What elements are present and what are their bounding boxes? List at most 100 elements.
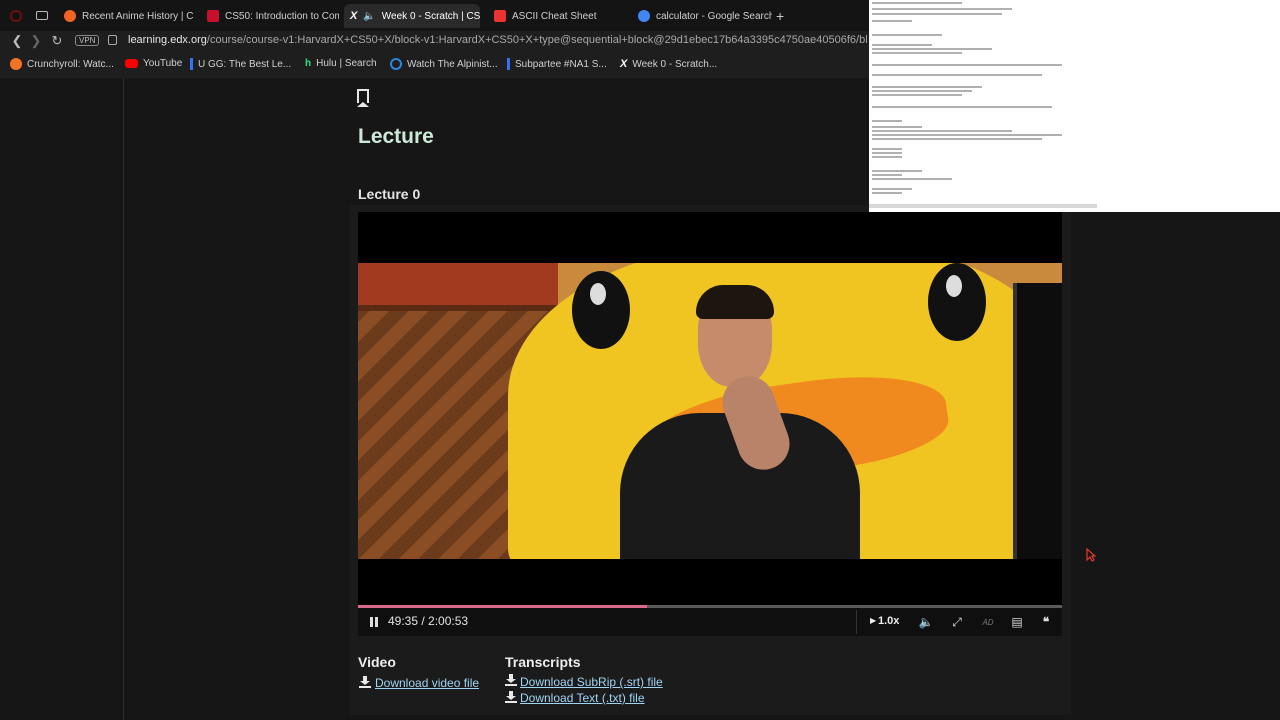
transcript-quote-icon[interactable]: ❝ [1038,615,1054,629]
tab-cs50[interactable]: CS50: Introduction to Com [201,4,339,28]
youtube-icon [125,59,138,68]
notes-text-line [872,156,902,158]
tab-overview-icon[interactable] [36,11,48,20]
edx-icon: X [620,58,628,70]
scene-doorway [1013,283,1062,559]
google-icon [638,10,650,22]
globe-icon [390,58,402,70]
notes-text-line [872,2,962,4]
control-divider [856,610,857,634]
bookmark-label: U GG: The Best Le... [198,58,292,70]
bookmark-label: Crunchyroll: Watc... [27,58,114,70]
bookmark-crunchyroll[interactable]: Crunchyroll: Watc... [10,58,114,70]
download-icon-base [505,684,517,686]
captions-icon[interactable]: ▤ [1009,615,1025,629]
fullscreen-icon[interactable]: ⤢ [949,615,965,630]
notes-text-line [872,130,1012,132]
download-txt-link[interactable]: Download Text (.txt) file [520,691,645,705]
notes-text-line [872,126,922,128]
download-video-link[interactable]: Download video file [375,676,479,690]
bookmark-subpartee[interactable]: Subpartee #NA1 S... [507,58,607,70]
mouse-cursor-icon [1086,548,1096,562]
notes-text-line [872,178,952,180]
notes-text-line [872,90,972,92]
url-domain: learning.edx.org [128,34,207,46]
sidebar-divider [123,78,124,720]
notes-text-line [872,52,962,54]
audio-description-icon[interactable]: AD [980,618,996,627]
video-frame-image [358,263,1062,559]
notes-text-line [872,120,902,122]
download-srt-link[interactable]: Download SubRip (.srt) file [520,675,663,689]
back-icon[interactable]: ❮ [9,33,25,49]
playback-speed-button[interactable]: 1.0x [878,615,899,627]
notes-text-line [872,44,932,46]
speaker-icon: 🔈 [363,10,376,22]
ascii-icon [494,10,506,22]
notes-text-line [872,94,962,96]
bookmark-ugg[interactable]: U GG: The Best Le... [190,58,291,70]
bookmark-alpinist[interactable]: Watch The Alpinist... [390,58,498,70]
notes-text-line [872,170,922,172]
tab-title: ASCII Cheat Sheet [512,10,597,22]
notes-text-line [872,74,1042,76]
tab-calculator-search[interactable]: calculator - Google Search [632,4,772,28]
video-time: 49:35 / 2:00:53 [388,614,469,628]
bookmark-label: Week 0 - Scratch... [632,58,718,70]
bookmark-week0[interactable]: X Week 0 - Scratch... [620,58,717,70]
transcripts-heading: Transcripts [505,654,581,670]
scene-duck-eye [928,263,986,341]
bookmark-hulu[interactable]: h Hulu | Search [305,58,377,69]
browser-logo-icon[interactable] [10,10,22,22]
hulu-icon: h [305,58,312,69]
notes-text-line [872,20,912,22]
pause-icon[interactable] [369,617,379,627]
lock-icon[interactable] [108,35,117,45]
notes-text-line [872,192,902,194]
crunchyroll-icon [10,58,22,70]
edx-icon: X [350,10,358,22]
tab-week0-scratch[interactable]: X 🔈 Week 0 - Scratch | CS [344,4,480,28]
ugg-icon [190,58,193,70]
tab-ascii-cheat-sheet[interactable]: ASCII Cheat Sheet [488,4,628,28]
url-field[interactable]: learning.edx.org/course/course-v1:Harvar… [128,34,868,46]
notes-text-line [872,8,1012,10]
harvard-icon [207,10,219,22]
bookmark-label: Watch The Alpinist... [407,58,498,70]
crunchyroll-icon [64,10,76,22]
reload-icon[interactable]: ↻ [49,33,65,49]
tab-anime-history[interactable]: Recent Anime History | Cr [58,4,194,28]
notes-text-line [872,148,902,150]
tab-title: Recent Anime History | Cr [82,10,194,22]
ugg-icon [507,58,510,70]
vpn-badge[interactable]: VPN [75,35,100,46]
tab-title: calculator - Google Search [656,10,772,22]
notes-text-line [872,86,982,88]
notes-scrollbar[interactable] [869,204,1097,208]
page-title: Lecture [358,125,434,148]
speed-arrow-icon[interactable]: ▶ [870,616,876,625]
tab-title: CS50: Introduction to Com [225,10,339,22]
notes-text-line [872,13,1002,15]
download-icon-base [505,701,517,703]
bookmark-youtube[interactable]: YouTube [125,58,182,69]
new-tab-button[interactable]: + [776,8,784,24]
bookmark-label: YouTube [143,58,183,69]
notes-text-line [872,106,1052,108]
bookmark-label: Hulu | Search [316,58,377,69]
tab-title: Week 0 - Scratch | CS [381,10,480,22]
notes-text-line [872,134,1062,136]
url-path: /course/course-v1:HarvardX+CS50+X/block-… [206,34,868,46]
bookmark-label: Subpartee #NA1 S... [515,58,607,70]
notes-text-line [872,34,942,36]
scene-presenter-hair [696,285,774,319]
video-player[interactable] [358,212,1062,605]
volume-icon[interactable]: 🔈 [918,615,934,629]
section-title: Lecture 0 [358,186,421,202]
download-icon-base [359,686,371,688]
notes-text-line [872,152,902,154]
forward-icon[interactable]: ❯ [28,33,44,49]
notes-text-line [872,64,1062,66]
bookmark-icon[interactable] [357,89,369,107]
video-heading: Video [358,654,396,670]
